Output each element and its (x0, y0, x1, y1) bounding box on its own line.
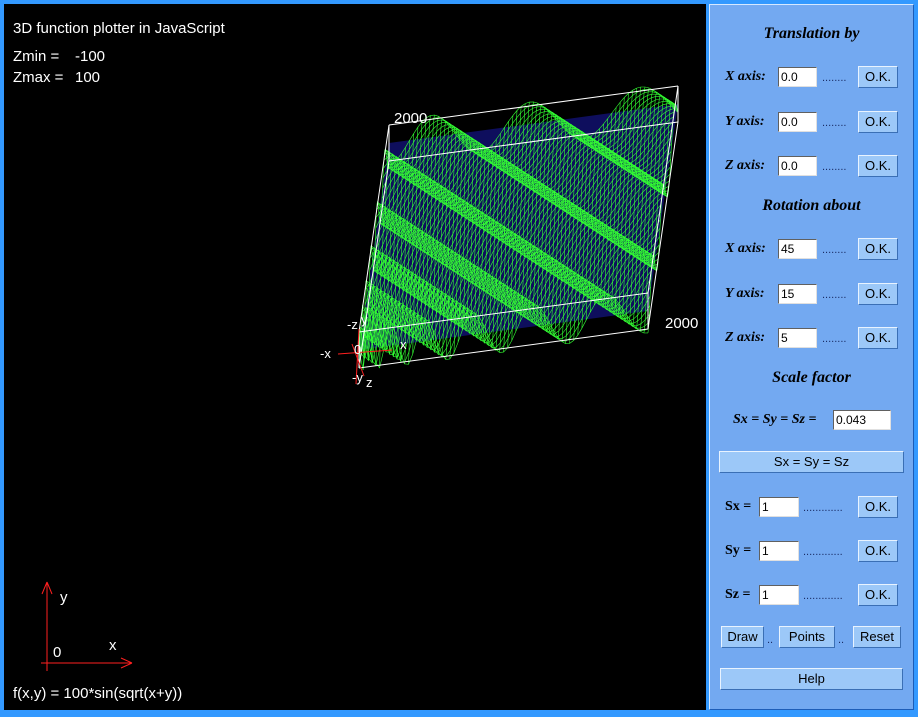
dots: ........ (822, 289, 847, 301)
rotation-z-ok-button[interactable]: O.K. (858, 327, 898, 349)
rotation-y-row: Y axis: ........ O.K. (710, 283, 913, 307)
scale-sy-row: Sy = ............. O.K. (710, 540, 913, 564)
scale-sx-label: Sx = (725, 499, 752, 514)
dots: ............. (803, 502, 843, 514)
rotation-x-label: X axis: (725, 241, 766, 256)
translation-z-ok-button[interactable]: O.K. (858, 155, 898, 177)
translation-x-label: X axis: (725, 69, 766, 84)
help-button[interactable]: Help (720, 668, 903, 690)
dots: .. (767, 634, 774, 646)
axis-label-neg-z: -z (347, 317, 358, 332)
legend-y-arrow (46, 581, 53, 595)
rotation-y-input[interactable] (778, 284, 817, 304)
scale-uniform-label: Sx = Sy = Sz = (733, 412, 817, 427)
zmax-value: 100 (75, 69, 101, 86)
dots: ............. (803, 546, 843, 558)
plot-graphics (41, 85, 679, 671)
rotation-y-label: Y axis: (725, 286, 765, 301)
translation-x-ok-button[interactable]: O.K. (858, 66, 898, 88)
scale-uniform-button[interactable]: Sx = Sy = Sz (719, 451, 904, 473)
rotation-z-label: Z axis: (725, 330, 766, 345)
translation-heading: Translation by (763, 25, 860, 42)
translation-z-input[interactable] (778, 156, 817, 176)
rotation-x-row: X axis: ........ O.K. (710, 238, 913, 262)
axis-label-z: z (366, 375, 373, 390)
rotation-z-input[interactable] (778, 328, 817, 348)
plot-title: 3D function plotter in JavaScript (13, 20, 225, 37)
translation-y-row: Y axis: ........ O.K. (710, 111, 913, 135)
scale-sx-row: Sx = ............. O.K. (710, 496, 913, 520)
axis-label-x: x (400, 337, 407, 352)
axis-label-origin: 0 (354, 342, 362, 357)
dots: ........ (822, 333, 847, 345)
reset-button[interactable]: Reset (853, 626, 901, 648)
scale-sz-label: Sz = (725, 587, 751, 602)
dots: ........ (822, 117, 847, 129)
translation-z-label: Z axis: (725, 158, 766, 173)
scale-sz-input[interactable] (759, 585, 799, 605)
function-formula: f(x,y) = 100*sin(sqrt(x+y)) (13, 685, 183, 702)
plot-canvas[interactable]: 3D function plotter in JavaScript Zmin =… (4, 4, 706, 710)
translation-y-label: Y axis: (725, 114, 765, 129)
axis-label-y-top: y (361, 312, 368, 327)
translation-x-input[interactable] (778, 67, 817, 87)
scale-sz-ok-button[interactable]: O.K. (858, 584, 898, 606)
translation-y-input[interactable] (778, 112, 817, 132)
control-panel: Translation by X axis: ........ O.K. Y a… (709, 4, 914, 710)
scale-sy-ok-button[interactable]: O.K. (858, 540, 898, 562)
scale-uniform-row: Sx = Sy = Sz = (710, 409, 913, 433)
scale-sy-input[interactable] (759, 541, 799, 561)
dots: ........ (822, 72, 847, 84)
tick-label-right: 2000 (665, 315, 699, 332)
zmin-value: -100 (75, 48, 106, 65)
legend-x-label: x (109, 637, 117, 654)
legend-x-arrow (120, 657, 133, 664)
dots: .. (838, 634, 845, 646)
legend-x-arrow (120, 662, 133, 669)
legend-y-arrow (41, 581, 48, 595)
draw-button[interactable]: Draw (721, 626, 764, 648)
translation-y-ok-button[interactable]: O.K. (858, 111, 898, 133)
axis-label-neg-x: -x (320, 346, 331, 361)
dots: ............. (803, 590, 843, 602)
axis-label-neg-y: -y (352, 370, 363, 385)
scale-sz-row: Sz = ............. O.K. (710, 584, 913, 608)
rotation-x-ok-button[interactable]: O.K. (858, 238, 898, 260)
points-button[interactable]: Points (779, 626, 835, 648)
legend-origin-label: 0 (53, 644, 62, 661)
translation-z-row: Z axis: ........ O.K. (710, 155, 913, 179)
translation-x-row: X axis: ........ O.K. (710, 66, 913, 90)
scale-uniform-input[interactable] (833, 410, 891, 430)
scale-sx-input[interactable] (759, 497, 799, 517)
rotation-x-input[interactable] (778, 239, 817, 259)
tick-label-top: 2000 (394, 110, 428, 127)
rotation-heading: Rotation about (762, 197, 861, 214)
rotation-z-row: Z axis: ........ O.K. (710, 327, 913, 351)
zmin-label: Zmin = (13, 48, 60, 65)
legend-y-label: y (60, 589, 68, 606)
scale-heading: Scale factor (772, 369, 851, 386)
dots: ........ (822, 161, 847, 173)
dots: ........ (822, 244, 847, 256)
scale-sy-label: Sy = (725, 543, 752, 558)
scale-sx-ok-button[interactable]: O.K. (858, 496, 898, 518)
rotation-y-ok-button[interactable]: O.K. (858, 283, 898, 305)
zmax-label: Zmax = (13, 69, 64, 86)
